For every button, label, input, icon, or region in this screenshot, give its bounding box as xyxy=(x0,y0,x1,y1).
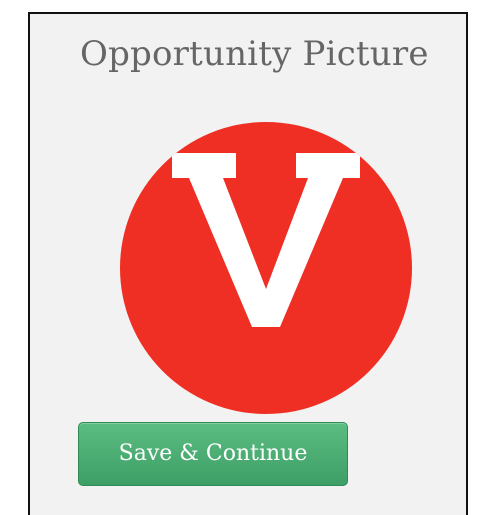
save-continue-button[interactable]: Save & Continue xyxy=(78,422,348,486)
panel-edge xyxy=(466,12,468,515)
page-title: Opportunity Picture xyxy=(80,34,429,74)
opportunity-picture xyxy=(120,122,412,414)
page-frame: Opportunity Picture Save & Continue xyxy=(0,0,477,515)
v-logo-icon xyxy=(172,153,360,327)
